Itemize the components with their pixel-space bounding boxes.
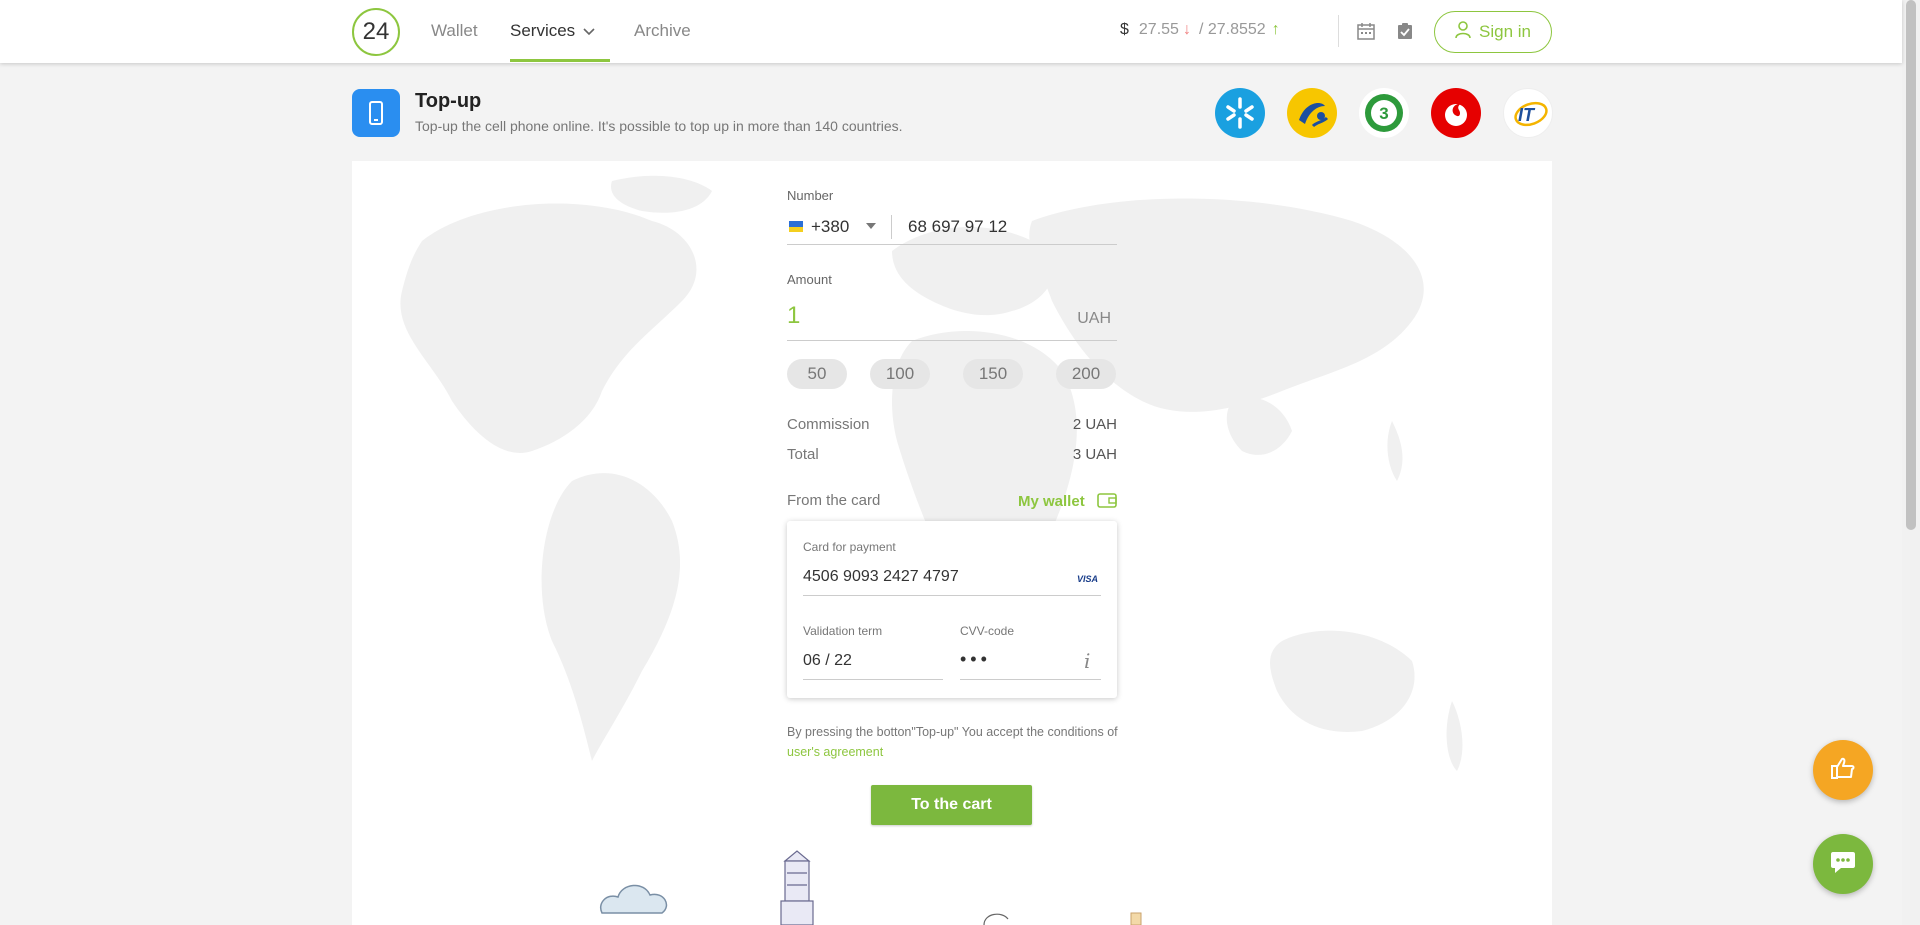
card-number-underline (803, 595, 1101, 596)
rate-sell: / 27.8552 (1198, 21, 1266, 38)
page-title: Top-up (415, 90, 482, 112)
ukraine-flag-icon (789, 221, 803, 232)
country-code-dropdown[interactable] (866, 223, 876, 229)
validation-term-underline (803, 679, 943, 680)
page-subtitle: Top-up the cell phone online. It's possi… (415, 118, 903, 134)
agreement-text: By pressing the botton"Top-up" You accep… (787, 722, 1122, 762)
commission-label: Commission (787, 416, 870, 433)
svg-text:IT: IT (1518, 105, 1536, 125)
nav-archive[interactable]: Archive (634, 21, 691, 41)
total-value: 3 UAH (1072, 446, 1117, 463)
amount-field[interactable]: 1 UAH (787, 302, 1117, 341)
rate-up-icon: ↑ (1271, 21, 1280, 38)
my-wallet-link[interactable]: My wallet (1018, 492, 1117, 512)
scrollbar-thumb[interactable] (1906, 0, 1916, 530)
quick-amount-100[interactable]: 100 (870, 359, 930, 389)
nav-services[interactable]: Services (510, 21, 595, 41)
rate-down-icon: ↓ (1182, 21, 1191, 38)
vodafone-logo[interactable] (1431, 88, 1481, 138)
from-card-label: From the card (787, 492, 881, 509)
clipboard-check-icon[interactable] (1395, 21, 1415, 41)
total-label: Total (787, 446, 819, 463)
cvv-input[interactable]: ••• (960, 649, 991, 670)
sign-in-label: Sign in (1479, 22, 1531, 41)
amount-label: Amount (787, 272, 832, 287)
quick-amount-50[interactable]: 50 (787, 359, 847, 389)
top-header: 24 Wallet Services Archive $27.55 ↓ / 27.8… (0, 0, 1902, 63)
chat-button[interactable] (1813, 834, 1873, 894)
number-label: Number (787, 188, 834, 203)
nav-services-label: Services (510, 21, 576, 40)
nav-wallet[interactable]: Wallet (431, 21, 478, 41)
rate-buy: 27.55 (1138, 21, 1179, 38)
to-cart-button[interactable]: To the cart (871, 785, 1032, 825)
quick-amount-150[interactable]: 150 (963, 359, 1023, 389)
agreement-prefix: By pressing the botton"Top-up" You accep… (787, 725, 1118, 739)
intertelecom-logo[interactable]: IT (1503, 88, 1553, 138)
lifecell-logo[interactable] (1287, 88, 1337, 138)
validation-term-input[interactable]: 06 / 22 (803, 652, 852, 670)
user-icon (1455, 20, 1471, 44)
quick-amount-200[interactable]: 200 (1056, 359, 1116, 389)
sign-in-button[interactable]: Sign in (1434, 11, 1552, 53)
phone-input[interactable]: 68 697 97 12 (908, 217, 1007, 237)
user-agreement-link[interactable]: user's agreement (787, 745, 883, 759)
feedback-button[interactable] (1813, 740, 1873, 800)
currency-symbol: $ (1120, 21, 1129, 38)
validation-term-label: Validation term (803, 624, 883, 638)
thumbs-up-icon (1830, 756, 1856, 785)
3mob-logo[interactable]: 3 (1359, 88, 1409, 138)
svg-text:3: 3 (1379, 104, 1388, 123)
phone-separator (891, 215, 892, 239)
phone-number-field: +380 68 697 97 12 (787, 213, 1117, 245)
chevron-down-icon (583, 23, 595, 39)
calendar-icon[interactable] (1356, 21, 1376, 41)
phone-icon (352, 89, 400, 137)
cvv-label: CVV-code (960, 624, 1015, 638)
cvv-underline (960, 679, 1101, 680)
wallet-icon (1097, 492, 1117, 512)
logo[interactable]: 24 (352, 8, 400, 56)
my-wallet-label: My wallet (1018, 492, 1085, 510)
visa-icon: VISA (1077, 574, 1099, 584)
payment-card-form: Card for payment 4506 9093 2427 4797 VIS… (787, 521, 1117, 698)
nav-active-indicator (510, 59, 610, 62)
exchange-rates: $27.55 ↓ / 27.8552 ↑ (1120, 21, 1280, 39)
page-scrollbar[interactable] (1902, 0, 1920, 925)
info-icon[interactable]: i (1084, 649, 1090, 673)
card-number-input[interactable]: 4506 9093 2427 4797 (803, 568, 959, 586)
chat-icon (1829, 849, 1857, 880)
amount-currency: UAH (1077, 310, 1111, 327)
header-divider (1338, 15, 1339, 47)
amount-input[interactable]: 1 (787, 302, 800, 330)
card-number-label: Card for payment (803, 540, 896, 554)
commission-value: 2 UAH (1072, 416, 1117, 433)
kyivstar-logo[interactable] (1215, 88, 1265, 138)
country-code: +380 (811, 217, 850, 236)
